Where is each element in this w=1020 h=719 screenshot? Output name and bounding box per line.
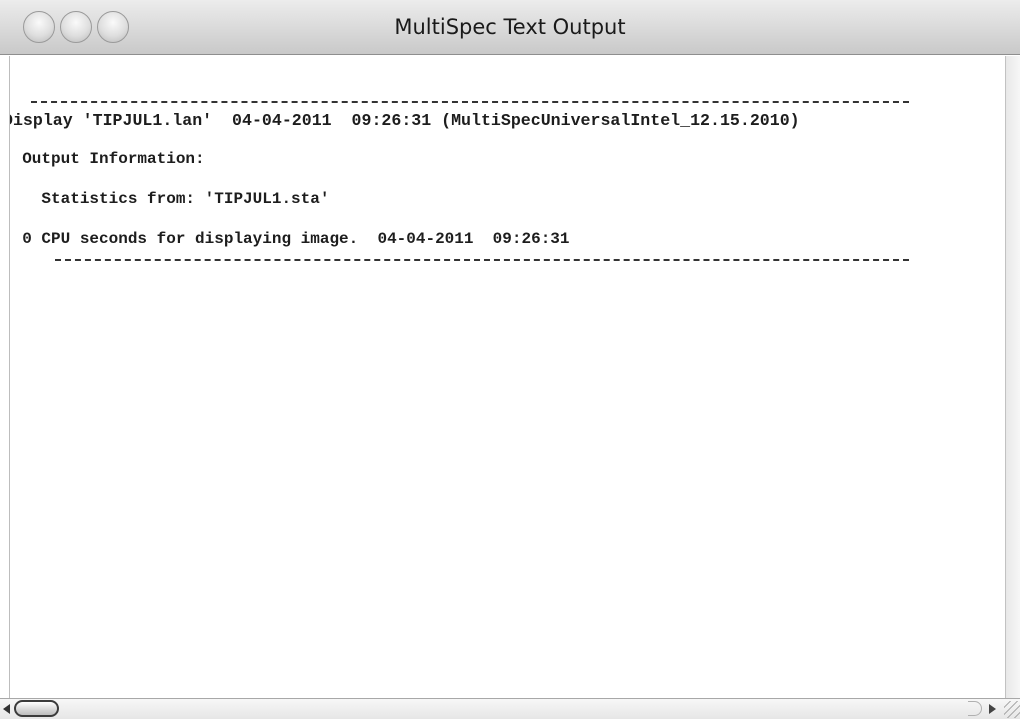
output-line-display: Display 'TIPJUL1.lan' 04-04-2011 09:26:3…: [9, 111, 800, 130]
scroll-thumb[interactable]: [14, 700, 59, 717]
output-line-cpu: 0 CPU seconds for displaying image. 04-0…: [9, 230, 570, 248]
separator-top: [31, 101, 909, 103]
output-line-information: Output Information:: [9, 150, 205, 168]
output-line-statistics: Statistics from: 'TIPJUL1.sta': [9, 190, 330, 208]
chevron-right-icon[interactable]: [989, 704, 996, 714]
text-output-area[interactable]: Display 'TIPJUL1.lan' 04-04-2011 09:26:3…: [9, 56, 1003, 698]
horizontal-scrollbar[interactable]: [0, 698, 1020, 719]
title-bar[interactable]: MultiSpec Text Output: [0, 0, 1020, 55]
chevron-left-icon[interactable]: [3, 704, 10, 714]
window-title: MultiSpec Text Output: [394, 15, 626, 39]
resize-grip-icon[interactable]: [1004, 701, 1020, 718]
text-output-window: MultiSpec Text Output Display 'TIPJUL1.l…: [0, 0, 1020, 719]
separator-bottom: [55, 259, 909, 261]
vertical-scrollbar[interactable]: [1005, 56, 1020, 701]
scroll-track-end: [968, 701, 982, 716]
